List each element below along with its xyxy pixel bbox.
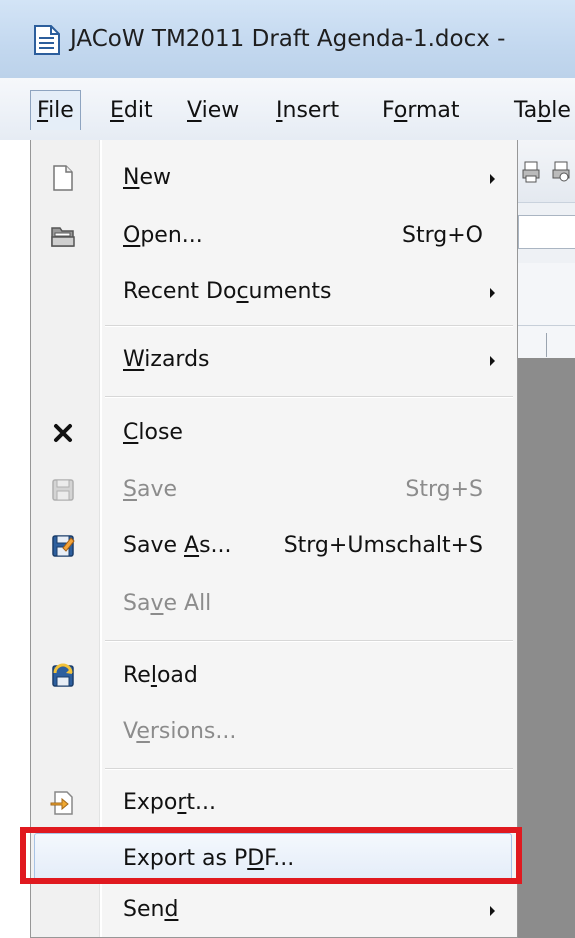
menu-item-open[interactable]: Open... Strg+O (31, 208, 517, 264)
ruler-tick (546, 333, 547, 357)
menu-item-label: Close (123, 420, 183, 445)
menu-item-label: Send (123, 897, 179, 922)
submenu-arrow-icon (490, 288, 495, 298)
menu-item-close[interactable]: Close (31, 405, 517, 461)
document-icon (34, 25, 60, 55)
submenu-arrow-icon (490, 906, 495, 916)
open-folder-icon (51, 227, 75, 247)
menu-view[interactable]: View (187, 92, 239, 130)
menu-insert[interactable]: Insert (276, 92, 339, 130)
menu-separator (105, 640, 513, 642)
menu-item-shortcut: Strg+O (402, 223, 483, 248)
menu-separator (105, 396, 513, 398)
new-document-icon (53, 165, 73, 191)
menu-separator (105, 768, 513, 770)
window-title-bar: JACoW TM2011 Draft Agenda-1.docx - (0, 0, 575, 79)
ruler-line (518, 325, 575, 326)
menu-item-shortcut: Strg+Umschalt+S (283, 533, 483, 558)
menu-item-versions[interactable]: Versions... (31, 704, 517, 760)
save-disk-icon (52, 479, 74, 501)
menu-item-new[interactable]: New (31, 150, 517, 206)
reload-icon (52, 663, 74, 687)
menu-item-label: New (123, 165, 171, 190)
highlight-annotation-box (20, 827, 522, 884)
menu-item-label: Open... (123, 223, 203, 248)
menu-item-label: Wizards (123, 347, 210, 372)
menu-item-label: Save All (123, 591, 212, 616)
style-combobox[interactable] (518, 215, 575, 249)
document-canvas (518, 358, 575, 938)
ruler (518, 263, 575, 359)
menu-item-label: Save (123, 477, 178, 502)
close-x-icon (54, 424, 72, 442)
menu-item-export[interactable]: Export... (31, 775, 517, 831)
submenu-arrow-icon (490, 356, 495, 366)
menubar: File Edit View Insert Format Table (0, 78, 575, 140)
menu-item-label: Save As... (123, 533, 232, 558)
menu-item-send[interactable]: Send (31, 882, 517, 938)
menu-edit[interactable]: Edit (110, 92, 153, 130)
menu-item-save[interactable]: Save Strg+S (31, 462, 517, 518)
submenu-arrow-icon (490, 174, 495, 184)
menu-format[interactable]: Format (382, 92, 460, 130)
menu-item-label: Reload (123, 663, 198, 688)
menu-item-reload[interactable]: Reload (31, 648, 517, 704)
file-menu-dropdown: New Open... Strg+O Recent Documents Wiza… (30, 140, 518, 938)
menu-item-recent-documents[interactable]: Recent Documents (31, 264, 517, 320)
menu-item-save-all[interactable]: Save All (31, 576, 517, 632)
menu-file[interactable]: File (30, 90, 81, 130)
menu-item-label: Recent Documents (123, 279, 332, 304)
print-icon[interactable] (522, 160, 542, 184)
menu-item-label: Export... (123, 790, 217, 815)
menu-table[interactable]: Table (514, 92, 571, 130)
menu-item-wizards[interactable]: Wizards (31, 332, 517, 388)
save-as-icon (52, 535, 75, 557)
toolbar (518, 140, 575, 203)
menu-item-save-as[interactable]: Save As... Strg+Umschalt+S (31, 518, 517, 574)
menu-separator (105, 325, 513, 327)
window-title: JACoW TM2011 Draft Agenda-1.docx - (70, 26, 506, 52)
menu-item-label: Versions... (123, 719, 237, 744)
menu-item-shortcut: Strg+S (405, 477, 483, 502)
formatting-toolbar (518, 203, 575, 263)
export-icon (50, 791, 73, 815)
print-preview-icon[interactable] (552, 160, 572, 184)
